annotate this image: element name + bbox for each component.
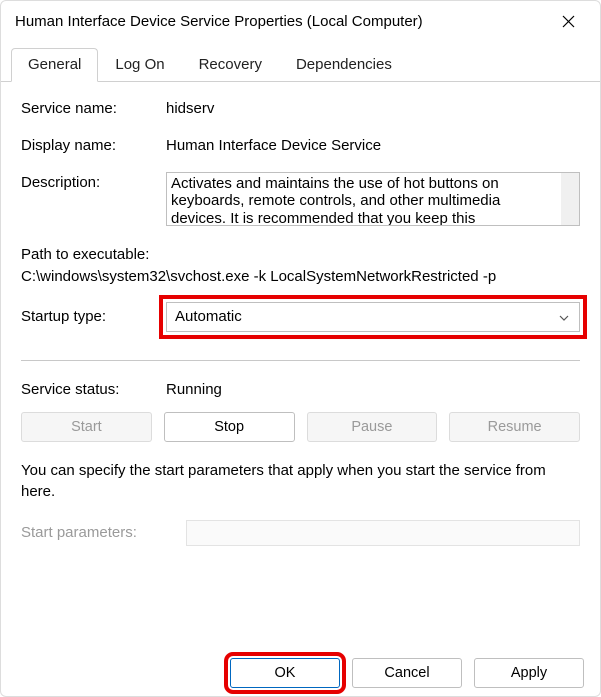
close-icon	[562, 15, 575, 28]
service-status-value: Running	[166, 379, 222, 398]
tab-dependencies[interactable]: Dependencies	[279, 48, 409, 82]
divider	[21, 360, 580, 361]
start-parameters-row: Start parameters:	[21, 520, 580, 546]
path-label: Path to executable:	[21, 244, 580, 266]
stop-button[interactable]: Stop	[164, 412, 295, 442]
start-parameters-label: Start parameters:	[21, 524, 186, 541]
startup-type-value: Automatic	[175, 308, 242, 325]
service-name-row: Service name: hidserv	[21, 98, 580, 117]
service-status-label: Service status:	[21, 379, 166, 398]
service-name-label: Service name:	[21, 98, 166, 117]
service-control-buttons: Start Stop Pause Resume	[21, 412, 580, 442]
display-name-row: Display name: Human Interface Device Ser…	[21, 135, 580, 154]
path-block: Path to executable: C:\windows\system32\…	[21, 244, 580, 288]
ok-button[interactable]: OK	[230, 658, 340, 688]
apply-button[interactable]: Apply	[474, 658, 584, 688]
description-label: Description:	[21, 172, 166, 191]
window-title: Human Interface Device Service Propertie…	[15, 13, 423, 30]
tab-log-on[interactable]: Log On	[98, 48, 181, 82]
description-box: Activates and maintains the use of hot b…	[166, 172, 580, 226]
display-name-label: Display name:	[21, 135, 166, 154]
startup-type-label: Startup type:	[21, 308, 166, 325]
tab-general[interactable]: General	[11, 48, 98, 82]
dialog-footer: OK Cancel Apply	[230, 658, 584, 688]
start-parameters-hint: You can specify the start parameters tha…	[21, 460, 580, 502]
tab-content: Service name: hidserv Display name: Huma…	[1, 82, 600, 546]
path-value: C:\windows\system32\svchost.exe -k Local…	[21, 266, 580, 288]
pause-button: Pause	[307, 412, 438, 442]
startup-type-row: Startup type: Automatic	[21, 302, 580, 332]
service-status-row: Service status: Running	[21, 379, 580, 398]
startup-type-highlight: Automatic	[166, 302, 580, 332]
chevron-down-icon	[559, 308, 569, 325]
cancel-button[interactable]: Cancel	[352, 658, 462, 688]
properties-dialog: Human Interface Device Service Propertie…	[0, 0, 601, 697]
start-parameters-input	[186, 520, 580, 546]
description-scrollbar[interactable]	[561, 173, 579, 225]
tab-recovery[interactable]: Recovery	[182, 48, 279, 82]
description-row: Description: Activates and maintains the…	[21, 172, 580, 226]
close-button[interactable]	[550, 7, 586, 35]
titlebar: Human Interface Device Service Propertie…	[1, 1, 600, 41]
description-text: Activates and maintains the use of hot b…	[167, 173, 561, 225]
service-name-value: hidserv	[166, 98, 214, 117]
display-name-value: Human Interface Device Service	[166, 135, 381, 154]
resume-button: Resume	[449, 412, 580, 442]
tab-strip: General Log On Recovery Dependencies	[1, 47, 600, 82]
startup-type-select[interactable]: Automatic	[166, 302, 580, 332]
start-button: Start	[21, 412, 152, 442]
